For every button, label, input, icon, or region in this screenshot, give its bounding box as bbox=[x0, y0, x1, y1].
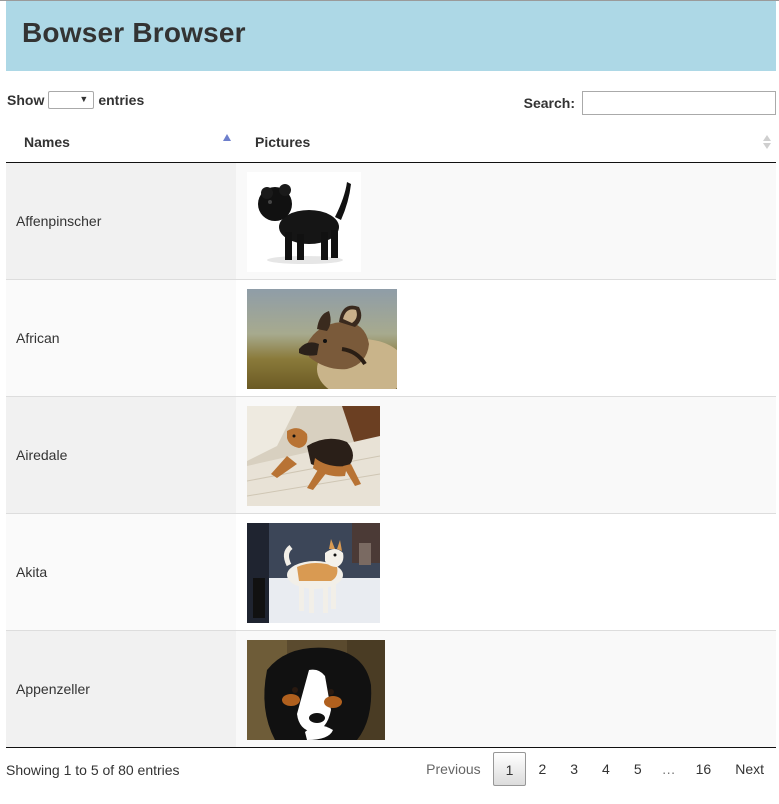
breed-name: Affenpinscher bbox=[16, 213, 102, 229]
search-input[interactable] bbox=[582, 91, 776, 115]
sort-ascending-icon[interactable] bbox=[223, 134, 231, 141]
show-label: Show bbox=[7, 92, 45, 108]
search-label: Search: bbox=[523, 95, 575, 111]
breed-name: African bbox=[16, 330, 60, 346]
breed-name: Airedale bbox=[16, 447, 68, 463]
breed-name: Appenzeller bbox=[16, 681, 90, 697]
page-button-1[interactable]: 1 bbox=[492, 752, 527, 786]
pagination: Previous 1 2 3 4 5 … 16 Next bbox=[414, 752, 776, 786]
table-row[interactable]: Akita bbox=[6, 514, 776, 631]
breed-picture bbox=[247, 172, 361, 272]
next-page-button[interactable]: Next bbox=[723, 752, 776, 786]
page-button-5[interactable]: 5 bbox=[622, 752, 654, 786]
pagination-ellipsis: … bbox=[661, 761, 676, 777]
breed-picture bbox=[247, 289, 397, 389]
entries-per-page-select[interactable]: ▼ bbox=[48, 91, 95, 109]
breed-picture bbox=[247, 406, 380, 506]
page-button-16[interactable]: 16 bbox=[684, 752, 724, 786]
breeds-table: Names Pictures Affenpinscher African Air… bbox=[6, 123, 776, 748]
page-header: Bowser Browser bbox=[6, 1, 776, 71]
chevron-down-icon: ▼ bbox=[79, 94, 89, 104]
previous-page-button[interactable]: Previous bbox=[414, 752, 492, 786]
table-row[interactable]: Airedale bbox=[6, 397, 776, 514]
column-header-names[interactable]: Names bbox=[24, 134, 70, 150]
table-info: Showing 1 to 5 of 80 entries bbox=[6, 762, 180, 778]
entries-length-control: Show ▼ entries bbox=[7, 91, 144, 109]
breed-name: Akita bbox=[16, 564, 48, 580]
table-header: Names Pictures bbox=[6, 123, 776, 163]
sort-both-icon[interactable] bbox=[762, 133, 772, 151]
table-row[interactable]: Affenpinscher bbox=[6, 163, 776, 280]
breed-picture bbox=[247, 640, 385, 740]
table-row[interactable]: African bbox=[6, 280, 776, 397]
entries-label: entries bbox=[98, 92, 145, 108]
breed-picture bbox=[247, 523, 380, 623]
page-button-4[interactable]: 4 bbox=[590, 752, 622, 786]
page-title: Bowser Browser bbox=[22, 17, 246, 48]
page-button-3[interactable]: 3 bbox=[558, 752, 590, 786]
column-header-pictures[interactable]: Pictures bbox=[255, 134, 310, 150]
search-control: Search: bbox=[524, 91, 776, 115]
table-row[interactable]: Appenzeller bbox=[6, 631, 776, 748]
page-button-2[interactable]: 2 bbox=[526, 752, 558, 786]
